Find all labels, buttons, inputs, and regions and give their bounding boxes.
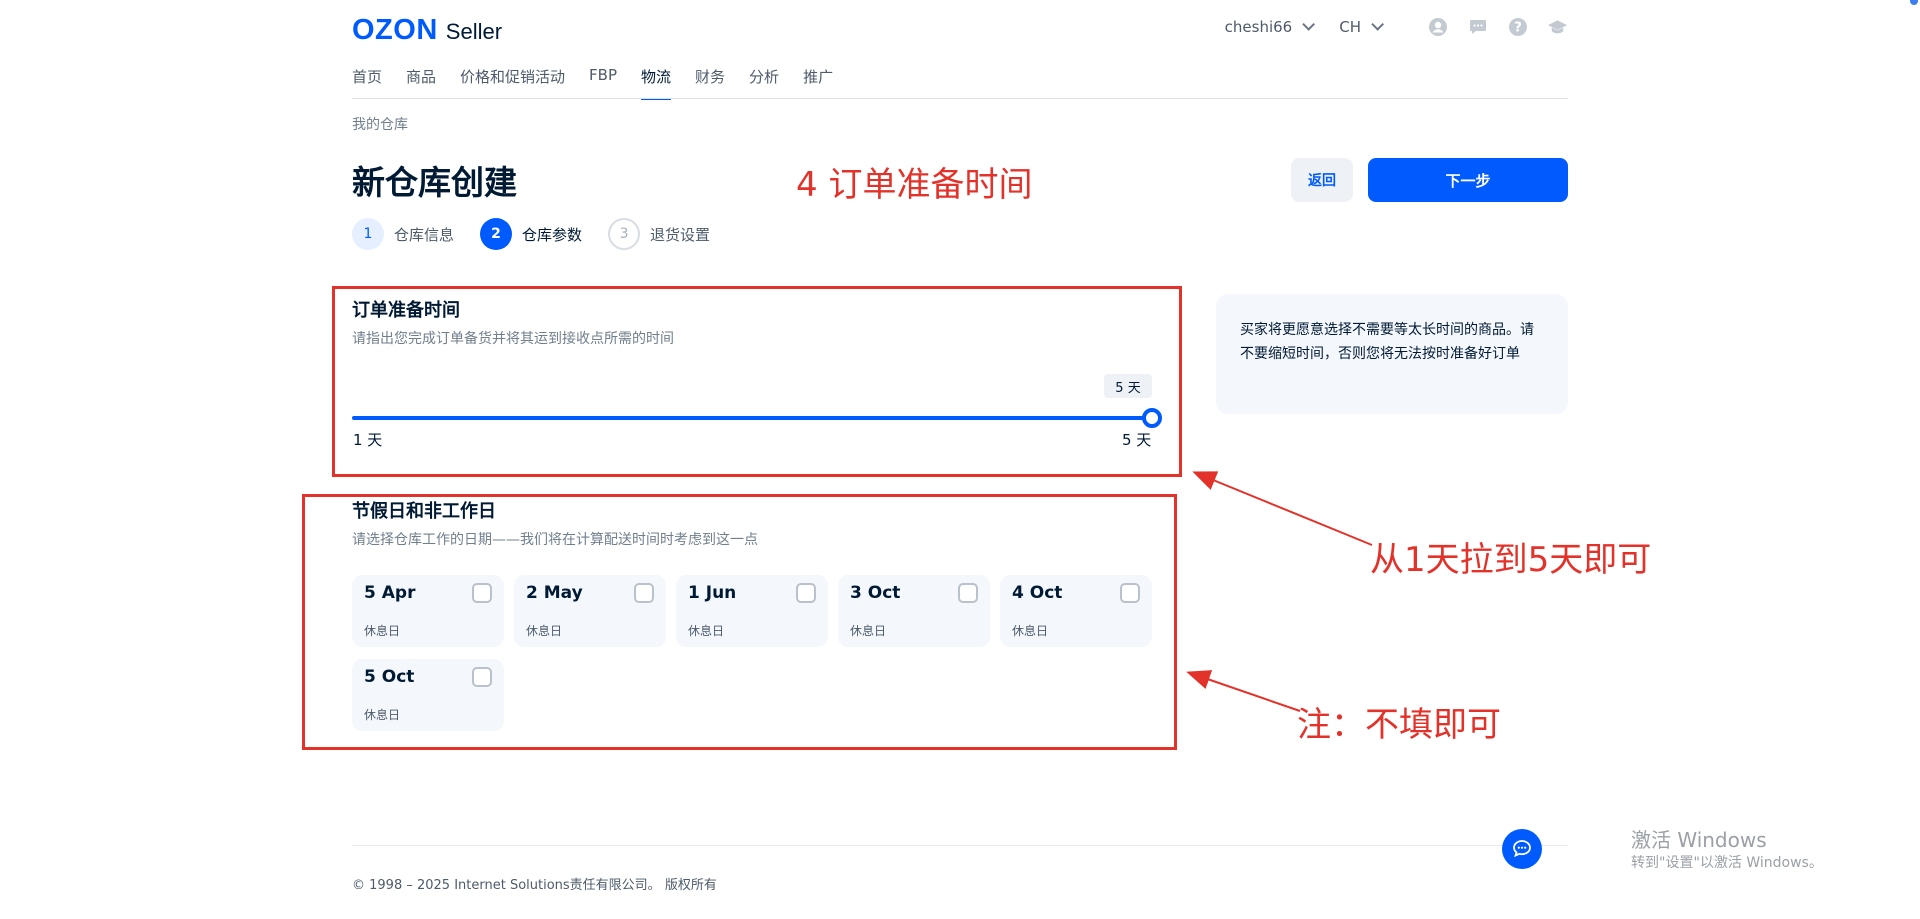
windows-activation-hint: 转到"设置"以激活 Windows。 (1631, 855, 1823, 871)
chat-bubble-icon (1513, 840, 1531, 858)
windows-activation-title: 激活 Windows (1631, 828, 1767, 852)
footer-copyright: © 1998 – 2025 Internet Solutions责任有限公司。 … (352, 878, 717, 893)
annotation-arrows (1186, 471, 1373, 712)
arrow-to-slider (1192, 471, 1373, 546)
chat-support-button[interactable] (1502, 829, 1542, 869)
page: OZON Seller cheshi66 CH ? 首页 商品 价格和促销活动 … (0, 0, 1920, 919)
footer-divider (352, 845, 1568, 846)
arrow-to-holidays (1186, 670, 1301, 712)
